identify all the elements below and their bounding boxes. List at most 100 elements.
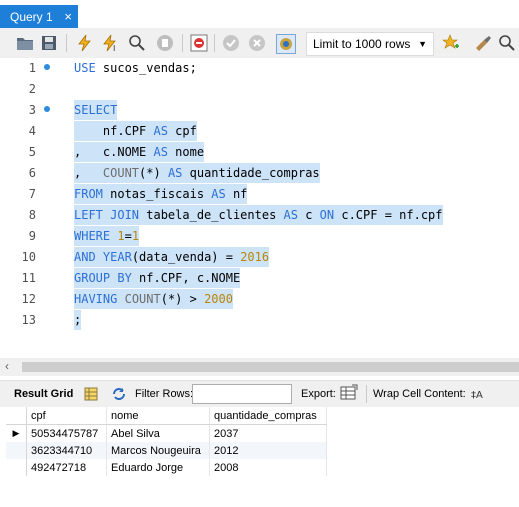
svg-text:I: I (113, 44, 115, 52)
beautify-brush-icon[interactable] (474, 34, 492, 52)
code-token: nf.CPF, c.NOME (131, 271, 241, 285)
statement-marker-icon (44, 64, 50, 70)
code-line[interactable]: 12 HAVING COUNT(*) > 2000 (0, 289, 519, 309)
code-token: HAVING (74, 292, 118, 306)
code-token: AS (211, 187, 226, 201)
cell-cpf[interactable]: 3623344710 (26, 442, 107, 459)
sql-editor[interactable]: 1 USE sucos_vendas; 2 3 SELECT 4 nf.CPF AS cp… (0, 58, 519, 358)
row-selector-header (6, 407, 27, 425)
table-row[interactable]: 492472718 Eduardo Jorge 2008 (6, 459, 327, 476)
statement-marker-icon (44, 106, 50, 112)
cell-quantidade-compras[interactable]: 2012 (209, 442, 327, 459)
code-token: 2016 (240, 250, 270, 264)
wrap-text-icon[interactable]: ‡A (467, 385, 485, 403)
code-text: , c.NOME AS nome (74, 142, 205, 162)
row-selector[interactable] (6, 442, 27, 459)
code-line[interactable]: 6, COUNT(*) AS quantidade_compras (0, 163, 519, 183)
toolbar-separator (366, 385, 367, 403)
autocommit-toggle-icon[interactable] (276, 34, 296, 54)
tab-query-1[interactable]: Query 1 × (0, 5, 78, 28)
column-header-nome[interactable]: nome (106, 407, 210, 425)
scrollbar-thumb[interactable] (22, 362, 519, 372)
execute-current-statement-icon[interactable]: I (102, 34, 120, 52)
code-line[interactable]: 9 WHERE 1=1 (0, 226, 519, 246)
code-token: ON (319, 208, 335, 222)
execute-icon[interactable] (76, 34, 94, 52)
code-text: USE sucos_vendas; (74, 58, 197, 78)
explain-icon[interactable] (128, 34, 146, 52)
add-snippet-star-icon[interactable] (442, 34, 460, 52)
code-text: AND YEAR(data_venda) = 2016 (74, 247, 270, 267)
limit-rows-select[interactable]: Limit to 1000 rows ▼ (306, 32, 434, 56)
code-text: , COUNT(*) AS quantidade_compras (74, 163, 320, 183)
code-token: AS (153, 145, 168, 159)
rollback-icon[interactable] (248, 34, 266, 52)
code-line[interactable]: 10 AND YEAR(data_venda) = 2016 (0, 247, 519, 267)
code-token: tabela_de_clientes (139, 208, 284, 222)
filter-rows-input[interactable] (192, 384, 292, 404)
toolbar-separator (214, 34, 215, 52)
code-line[interactable]: 1 USE sucos_vendas; (0, 58, 519, 78)
cell-nome[interactable]: Eduardo Jorge (106, 459, 210, 476)
column-header-quantidade-compras[interactable]: quantidade_compras (209, 407, 327, 425)
code-line[interactable]: 7 FROM notas_fiscais AS nf (0, 184, 519, 204)
line-number: 3 (28, 103, 36, 117)
code-token: ; (74, 313, 82, 327)
chevron-down-icon: ▼ (418, 39, 427, 49)
code-token: notas_fiscais (102, 187, 212, 201)
result-grid-tab[interactable]: Result Grid (14, 388, 73, 400)
cell-nome[interactable]: Abel Silva (106, 424, 210, 442)
code-line[interactable]: 11 GROUP BY nf.CPF, c.NOME (0, 268, 519, 288)
cell-cpf[interactable]: 50534475787 (26, 424, 107, 442)
column-header-cpf[interactable]: cpf (26, 407, 107, 425)
line-number: 5 (28, 145, 36, 159)
save-icon[interactable] (40, 34, 58, 52)
close-tab-icon[interactable]: × (64, 10, 72, 23)
refresh-icon[interactable] (110, 385, 128, 403)
code-line[interactable]: 2 (0, 79, 519, 99)
cell-quantidade-compras[interactable]: 2008 (209, 459, 327, 476)
code-token: (*) (139, 166, 168, 180)
code-line[interactable]: 3 SELECT (0, 100, 519, 120)
toolbar-separator (182, 34, 183, 52)
result-table: cpf nome quantidade_compras ▶ 5053447578… (6, 407, 327, 476)
code-line[interactable]: 13; (0, 310, 519, 330)
code-text: SELECT (74, 100, 118, 120)
commit-icon[interactable] (222, 34, 240, 52)
code-text: HAVING COUNT(*) > 2000 (74, 289, 233, 309)
code-token: nf.CPF (74, 124, 154, 138)
line-number: 8 (28, 208, 36, 222)
code-text: LEFT JOIN tabela_de_clientes AS c ON c.C… (74, 205, 443, 225)
line-number: 7 (28, 187, 36, 201)
line-number: 13 (21, 313, 36, 327)
code-token: 1 (117, 229, 125, 243)
cell-quantidade-compras[interactable]: 2037 (209, 424, 327, 442)
code-token: , (74, 166, 103, 180)
cell-cpf[interactable]: 492472718 (26, 459, 107, 476)
wrap-cell-content-label: Wrap Cell Content: (373, 388, 466, 400)
editor-horizontal-scrollbar[interactable]: ‹ (0, 358, 519, 376)
table-row[interactable]: ▶ 50534475787 Abel Silva 2037 (6, 424, 327, 442)
stop-icon[interactable] (156, 34, 174, 52)
scroll-left-arrow-icon[interactable]: ‹ (5, 359, 9, 373)
row-selector[interactable] (6, 459, 27, 476)
code-line[interactable]: 5 , c.NOME AS nome (0, 142, 519, 162)
code-token: AS (153, 124, 168, 138)
code-token: 2000 (204, 292, 233, 306)
table-row[interactable]: 3623344710 Marcos Nougeuira 2012 (6, 442, 327, 459)
toggle-error-icon[interactable] (190, 34, 208, 52)
limit-rows-value: Limit to 1000 rows (313, 37, 411, 51)
code-token: WHERE (74, 229, 111, 243)
code-token: (*) > (160, 292, 205, 306)
cell-nome[interactable]: Marcos Nougeuira (106, 442, 210, 459)
export-icon[interactable] (340, 384, 358, 402)
current-row-arrow-icon[interactable]: ▶ (6, 424, 27, 442)
code-token: USE (74, 61, 96, 75)
grid-view-icon[interactable] (82, 385, 100, 403)
code-line[interactable]: 8 LEFT JOIN tabela_de_clientes AS c ON c.… (0, 205, 519, 225)
code-line[interactable]: 4 nf.CPF AS cpf (0, 121, 519, 141)
code-token: cpf (167, 124, 197, 138)
open-folder-icon[interactable] (16, 34, 34, 52)
find-icon[interactable] (498, 34, 516, 52)
